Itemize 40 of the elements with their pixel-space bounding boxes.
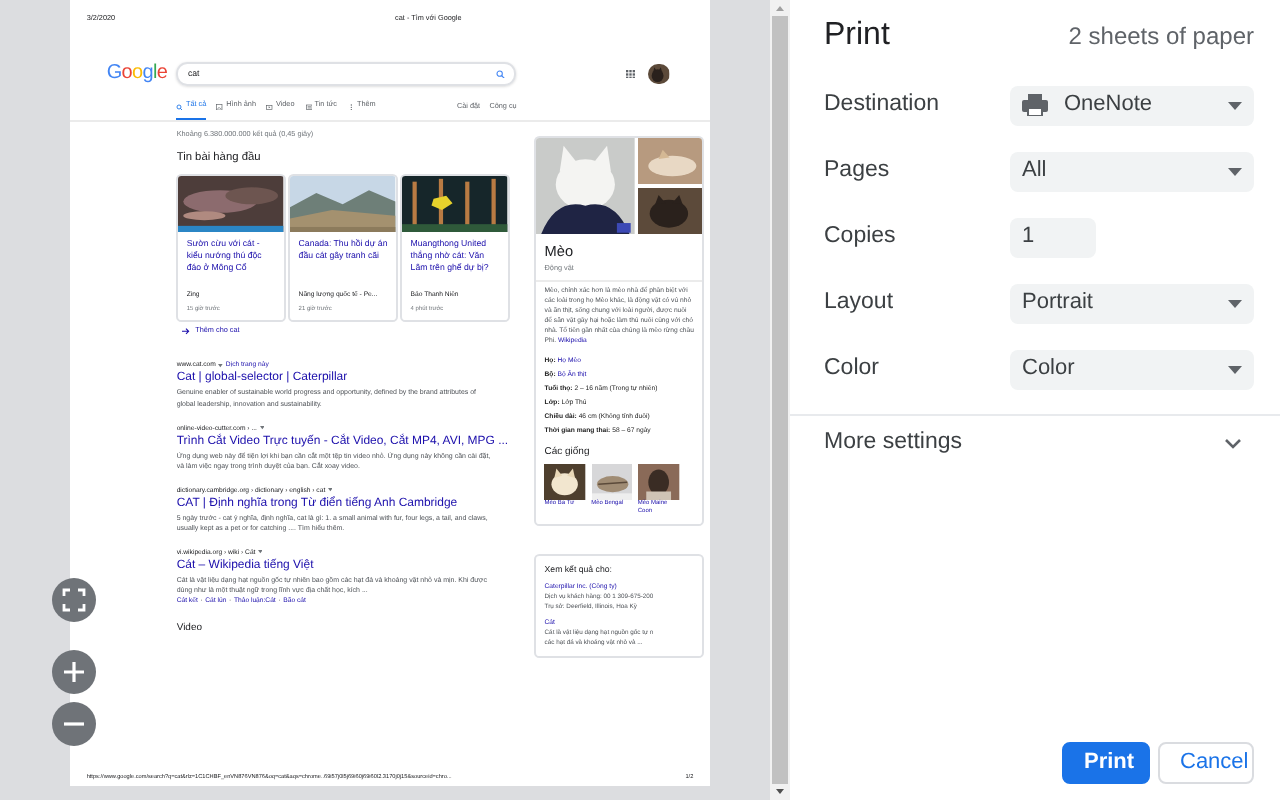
fit-icon <box>62 588 86 612</box>
caret-icon[interactable] <box>259 426 265 430</box>
caret-icon <box>1228 101 1242 109</box>
setting-label: Pages <box>824 155 892 186</box>
dropdown-value: OneNote <box>1064 90 1155 121</box>
print-button[interactable]: Print <box>1062 742 1150 784</box>
zoom-in-button[interactable] <box>52 650 96 694</box>
caret-icon[interactable] <box>258 550 263 555</box>
sheet-count: 2 sheets of paper <box>1068 20 1254 54</box>
fit-to-page-button[interactable] <box>52 578 96 622</box>
caret-icon[interactable] <box>327 488 333 492</box>
caret-icon <box>1228 167 1242 175</box>
setting-label: Destination <box>824 89 942 120</box>
zoom-out-button[interactable] <box>52 702 96 746</box>
dropdown[interactable]: All <box>1010 151 1254 191</box>
google-logo: Google <box>106 60 170 89</box>
dropdown-value: Portrait <box>1022 288 1095 319</box>
dialog-title: Print <box>824 16 890 56</box>
dropdown[interactable]: Portrait <box>1010 283 1254 323</box>
cancel-button[interactable]: Cancel <box>1158 742 1254 784</box>
caret-icon <box>1228 365 1242 373</box>
more-settings-toggle[interactable]: More settings <box>824 416 1254 472</box>
more-settings-label: More settings <box>824 428 963 459</box>
dropdown[interactable]: OneNote <box>1010 85 1254 125</box>
scrollbar-thumb[interactable] <box>772 16 788 784</box>
avatar[interactable] <box>647 63 670 85</box>
number-field[interactable]: 1 <box>1010 217 1096 257</box>
setting-label: Color <box>824 353 881 384</box>
setting-label: Copies <box>824 221 898 252</box>
apps-icon[interactable] <box>626 69 636 79</box>
caret-icon[interactable] <box>218 364 224 368</box>
dropdown-value: Color <box>1022 354 1077 385</box>
plus-icon <box>62 660 86 684</box>
scrollbar[interactable] <box>770 0 790 800</box>
printer-icon <box>1022 94 1048 116</box>
caret-icon <box>1228 299 1242 307</box>
setting-label: Layout <box>824 287 896 318</box>
dropdown[interactable]: Color <box>1010 349 1254 389</box>
chevron-down-icon[interactable] <box>1224 438 1242 450</box>
dropdown-value: All <box>1022 156 1049 187</box>
